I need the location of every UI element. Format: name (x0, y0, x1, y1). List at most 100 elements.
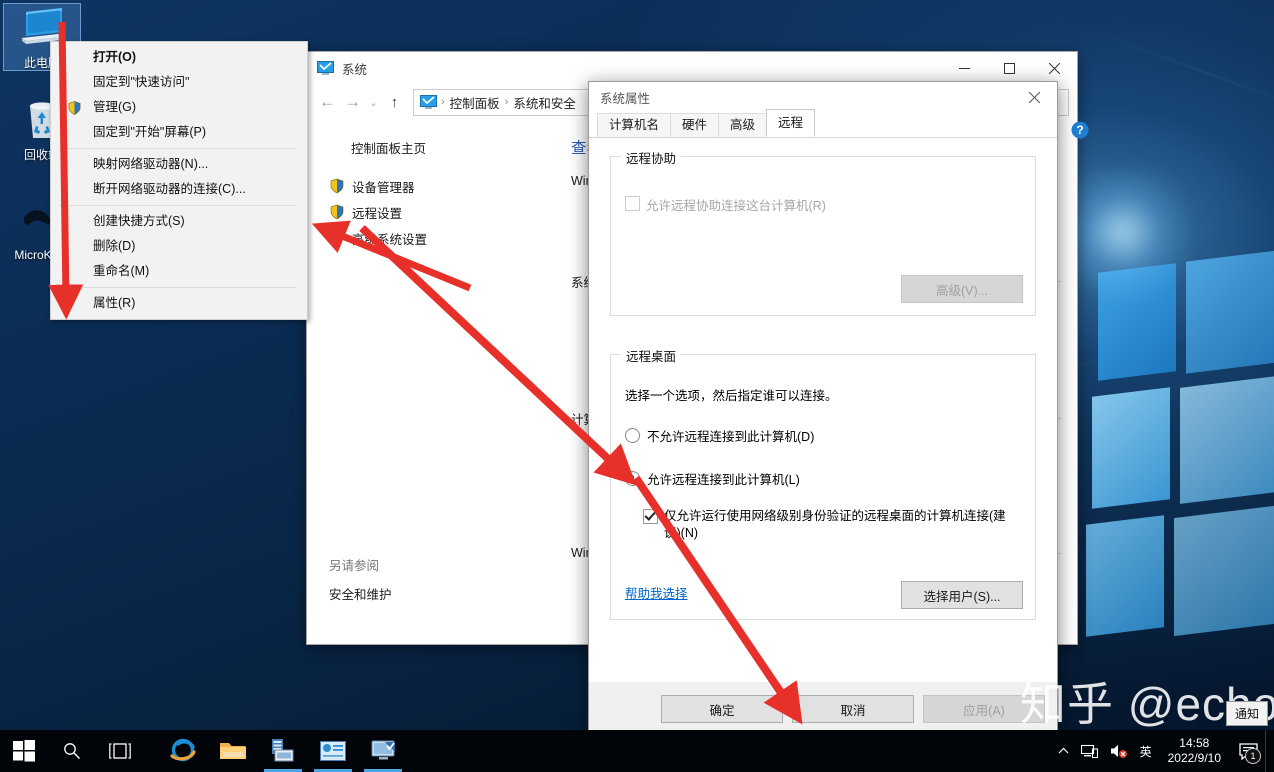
help-me-choose-link[interactable]: 帮助我选择 (625, 587, 688, 601)
desktop-context-menu[interactable]: 打开(O) 固定到"快速访问" 管理(G) 固定到"开始"屏幕(P) 映射网络驱… (50, 41, 308, 320)
context-menu-item-label: 管理(G) (93, 100, 136, 114)
context-menu-item-create-shortcut[interactable]: 创建快捷方式(S) (51, 209, 307, 234)
sidebar-item-label: 远程设置 (352, 203, 402, 222)
task-view-button[interactable] (96, 730, 144, 772)
back-button[interactable]: ← (315, 88, 340, 116)
tray-ime-button[interactable]: 英 (1134, 730, 1158, 772)
sidebar-item-control-panel-home[interactable]: 控制面板主页 (329, 138, 551, 157)
notification-tooltip: 通知 (1226, 701, 1268, 726)
context-menu-item-manage[interactable]: 管理(G) (51, 95, 307, 120)
remote-desktop-description: 选择一个选项，然后指定谁可以连接。 (625, 385, 1021, 404)
breadcrumb-item-control-panel[interactable]: 控制面板 (446, 93, 504, 112)
dialog-footer: 确定 取消 应用(A) (589, 682, 1057, 736)
control-panel-icon (269, 738, 297, 764)
network-icon (1081, 744, 1098, 759)
context-menu-item-pin-quick-access[interactable]: 固定到"快速访问" (51, 70, 307, 95)
tray-overflow-button[interactable] (1052, 730, 1075, 772)
maximize-button[interactable] (987, 52, 1032, 84)
system-window-titlebar[interactable]: 系统 (307, 52, 1077, 84)
nla-checkbox-row[interactable]: 仅允许运行使用网络级别身份验证的远程桌面的计算机连接(建议)(N) (643, 508, 1021, 542)
sidebar-item-device-manager[interactable]: 设备管理器 (329, 173, 551, 199)
allow-remote-radio[interactable] (625, 471, 640, 486)
select-users-button[interactable]: 选择用户(S)... (901, 581, 1023, 609)
remote-assistance-group: 远程协助 允许远程协助连接这台计算机(R) 高级(V)... (610, 156, 1036, 316)
sidebar-item-label: 高级系统设置 (352, 229, 427, 248)
close-button[interactable] (1032, 52, 1077, 84)
deny-remote-radio[interactable] (625, 428, 640, 443)
breadcrumb-item-system-and-security[interactable]: 系统和安全 (509, 93, 580, 112)
minimize-button[interactable] (942, 52, 987, 84)
tray-clock[interactable]: 14:58 2022/9/10 (1158, 730, 1231, 772)
chevron-up-icon (1058, 747, 1069, 755)
action-center-button[interactable]: 1 (1231, 730, 1265, 772)
sidebar-item-label: 设备管理器 (352, 177, 415, 196)
apply-button[interactable]: 应用(A) (923, 695, 1045, 723)
taskbar-app-control-panel[interactable] (258, 730, 308, 772)
radio-row-allow-remote[interactable]: 允许远程连接到此计算机(L) (625, 469, 1021, 488)
context-menu-item-pin-to-start[interactable]: 固定到"开始"屏幕(P) (51, 120, 307, 145)
taskbar-app-internet-explorer[interactable] (158, 730, 208, 772)
system-window-controls (942, 52, 1077, 84)
taskbar: 英 14:58 2022/9/10 1 (0, 730, 1274, 772)
taskbar-app-remote-desktop[interactable] (358, 730, 408, 772)
internet-explorer-icon (169, 737, 197, 765)
remote-desktop-icon (369, 739, 397, 763)
show-desktop-button[interactable] (1265, 730, 1274, 772)
context-menu-item-delete[interactable]: 删除(D) (51, 234, 307, 259)
search-icon (63, 742, 81, 760)
tab-advanced[interactable]: 高级 (718, 113, 767, 137)
notification-count-badge: 1 (1245, 748, 1261, 764)
system-properties-dialog[interactable]: 系统属性 计算机名 硬件 高级 远程 远程协助 允许远程协助连接这台计算机(R)… (588, 81, 1058, 737)
clock-time: 14:58 (1179, 736, 1209, 751)
tab-computer-name[interactable]: 计算机名 (597, 113, 671, 137)
nla-checkbox-label: 仅允许运行使用网络级别身份验证的远程桌面的计算机连接(建议)(N) (664, 508, 1021, 542)
up-button[interactable]: ↑ (382, 88, 407, 116)
context-menu-item-open[interactable]: 打开(O) (51, 45, 307, 70)
system-properties-icon (320, 741, 346, 761)
context-menu-item-disconnect-network-drive[interactable]: 断开网络驱动器的连接(C)... (51, 177, 307, 202)
allow-remote-assistance-row[interactable]: 允许远程协助连接这台计算机(R) (625, 195, 1021, 214)
cancel-button[interactable]: 取消 (792, 695, 914, 723)
deny-remote-label: 不允许远程连接到此计算机(D) (647, 426, 814, 445)
close-icon[interactable] (1012, 82, 1057, 113)
tray-network-icon-button[interactable] (1075, 730, 1104, 772)
context-menu-item-rename[interactable]: 重命名(M) (51, 259, 307, 284)
radio-row-deny-remote[interactable]: 不允许远程连接到此计算机(D) (625, 426, 1021, 445)
start-button[interactable] (0, 730, 48, 772)
tray-volume-button[interactable] (1104, 730, 1134, 772)
allow-remote-assistance-checkbox[interactable] (625, 196, 640, 211)
see-also-link-security-maintenance[interactable]: 安全和维护 (329, 584, 392, 603)
taskbar-app-system-properties[interactable] (308, 730, 358, 772)
help-icon[interactable]: ? (1071, 121, 1089, 144)
tab-hardware[interactable]: 硬件 (670, 113, 719, 137)
dialog-title: 系统属性 (600, 88, 650, 107)
clock-date: 2022/9/10 (1168, 751, 1221, 766)
ok-button[interactable]: 确定 (661, 695, 783, 723)
taskbar-app-file-explorer[interactable] (208, 730, 258, 772)
recent-locations-button[interactable]: ⌄ (365, 88, 382, 116)
context-menu-separator (59, 205, 297, 206)
context-menu-item-map-network-drive[interactable]: 映射网络驱动器(N)... (51, 152, 307, 177)
dialog-titlebar[interactable]: 系统属性 (589, 82, 1057, 113)
remote-assistance-advanced-button[interactable]: 高级(V)... (901, 275, 1023, 303)
tab-remote[interactable]: 远程 (766, 109, 815, 137)
taskbar-search-button[interactable] (48, 730, 96, 772)
system-sidebar: 控制面板主页 设备管理器 (307, 120, 551, 640)
sidebar-item-advanced-system-settings[interactable]: 高级系统设置 (329, 225, 551, 251)
shield-icon (67, 100, 82, 116)
nla-checkbox[interactable] (643, 509, 658, 524)
system-window-title: 系统 (342, 59, 367, 78)
context-menu-separator (59, 287, 297, 288)
shield-icon (329, 204, 345, 220)
group-legend: 远程桌面 (621, 346, 681, 365)
svg-text:?: ? (1076, 123, 1083, 137)
dialog-tabstrip: 计算机名 硬件 高级 远程 (589, 113, 1057, 137)
shield-icon (329, 230, 345, 246)
forward-button[interactable]: → (340, 88, 365, 116)
context-menu-item-properties[interactable]: 属性(R) (51, 291, 307, 316)
dialog-content-remote: 远程协助 允许远程协助连接这台计算机(R) 高级(V)... 远程桌面 选择一个… (589, 137, 1057, 736)
group-legend: 远程协助 (621, 148, 681, 167)
volume-muted-icon (1110, 743, 1128, 759)
sidebar-item-remote-settings[interactable]: 远程设置 (329, 199, 551, 225)
file-explorer-icon (219, 739, 247, 763)
